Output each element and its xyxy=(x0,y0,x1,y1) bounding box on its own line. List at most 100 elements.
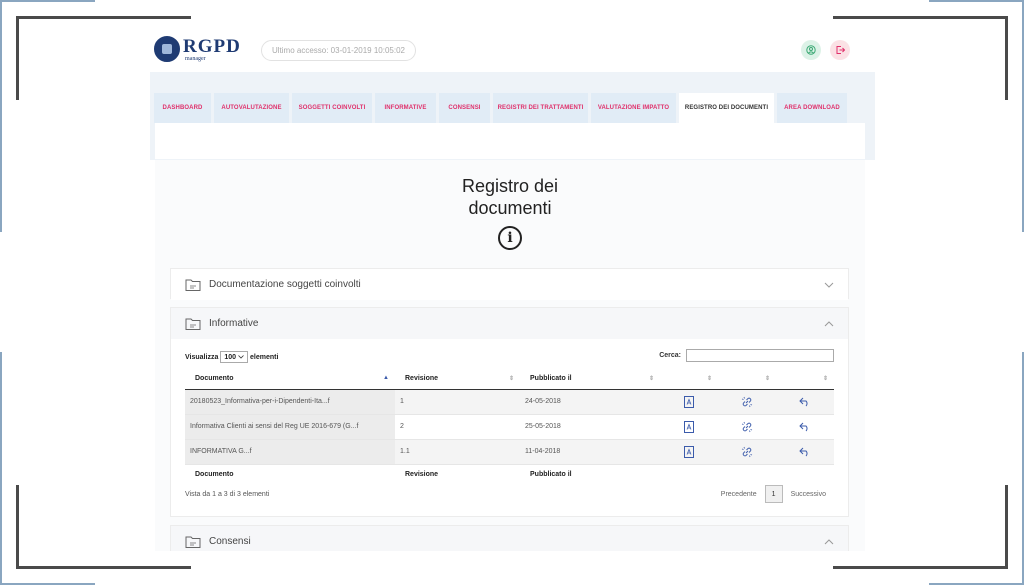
search-input[interactable] xyxy=(686,349,834,362)
table-row: Informativa Clienti ai sensi del Reg UE … xyxy=(185,414,834,440)
panel-title: Informative xyxy=(209,318,259,329)
footer-header-pubblicato: Pubblicato il xyxy=(520,463,660,484)
tab-soggetti-coinvolti[interactable]: SOGGETTI COINVOLTI xyxy=(292,93,372,123)
documents-table: Documento ▲ Revisione ⇕ Pubblicato il ⇕ ⇕ ⇕… xyxy=(185,369,834,484)
frame-edge xyxy=(0,352,2,585)
table-info: Vista da 1 a 3 di 3 elementi xyxy=(185,491,270,498)
panel-informative: Informative Visualizza 100 elementi Cerc… xyxy=(170,307,849,517)
info-icon[interactable]: i xyxy=(498,226,522,250)
pdf-icon xyxy=(684,445,694,458)
user-circle-icon xyxy=(806,45,816,55)
sub-bar xyxy=(155,123,865,159)
logout-button[interactable] xyxy=(830,40,850,60)
sort-icon: ⇕ xyxy=(706,376,712,382)
sort-icon: ⇕ xyxy=(508,376,514,382)
panel-documentazione-soggetti[interactable]: Documentazione soggetti coinvolti xyxy=(170,268,849,300)
column-header-documento[interactable]: Documento ▲ xyxy=(185,369,395,390)
footer-header-documento: Documento xyxy=(185,463,395,484)
chevron-up-icon xyxy=(824,320,834,326)
cell-revisione: 1 xyxy=(395,389,520,415)
folder-icon xyxy=(185,536,201,548)
tab-area-download[interactable]: AREA DOWNLOAD xyxy=(777,93,847,123)
page-length-select[interactable]: 100 xyxy=(220,351,248,363)
sort-asc-icon: ▲ xyxy=(383,375,389,381)
column-header-pubblicato[interactable]: Pubblicato il ⇕ xyxy=(520,369,660,390)
logo[interactable]: RGPD manager xyxy=(154,36,241,62)
cell-pubblicato: 25-05-2018 xyxy=(520,414,660,440)
tab-consensi[interactable]: CONSENSI xyxy=(439,93,490,123)
column-header-link[interactable]: ⇕ xyxy=(718,369,776,390)
pdf-button[interactable] xyxy=(660,414,718,440)
undo-arrow-icon xyxy=(799,447,808,456)
panel-informative-header[interactable]: Informative xyxy=(171,308,848,339)
pdf-icon xyxy=(684,420,694,433)
link-button[interactable] xyxy=(718,389,776,415)
logo-title: RGPD xyxy=(183,35,241,57)
search-control: Cerca: xyxy=(659,349,834,362)
cell-revisione: 2 xyxy=(395,414,520,440)
tab-valutazione-impatto[interactable]: VALUTAZIONE IMPATTO xyxy=(591,93,676,123)
page-length-control: Visualizza 100 elementi xyxy=(185,351,278,363)
pagination: Precedente 1 Successivo xyxy=(721,485,826,503)
cell-documento: 20180523_Informativa-per-i-Dipendenti-It… xyxy=(185,389,395,415)
user-profile-button[interactable] xyxy=(801,40,821,60)
search-label: Cerca: xyxy=(659,352,681,359)
cell-documento: INFORMATIVA G...f xyxy=(185,439,395,465)
main-tabs: DASHBOARD AUTOVALUTAZIONE SOGGETTI COINV… xyxy=(154,93,850,123)
tab-registri-trattamenti[interactable]: REGISTRI DEI TRATTAMENTI xyxy=(493,93,588,123)
screenshot-frame: RGPD manager Ultimo accesso: 03-01-2019 … xyxy=(0,0,1024,585)
undo-arrow-icon xyxy=(799,397,808,406)
frame-edge xyxy=(929,0,1024,2)
link-icon xyxy=(741,396,753,407)
undo-arrow-icon xyxy=(799,422,808,431)
pdf-button[interactable] xyxy=(660,389,718,415)
chevron-down-icon xyxy=(824,282,834,288)
pdf-button[interactable] xyxy=(660,439,718,465)
panel-title: Documentazione soggetti coinvolti xyxy=(209,279,361,290)
navigation-area: DASHBOARD AUTOVALUTAZIONE SOGGETTI COINV… xyxy=(150,72,875,160)
column-header-pdf[interactable]: ⇕ xyxy=(660,369,718,390)
folder-icon xyxy=(185,318,201,330)
app-window: RGPD manager Ultimo accesso: 03-01-2019 … xyxy=(150,30,875,551)
sort-icon: ⇕ xyxy=(764,376,770,382)
logout-icon xyxy=(836,46,845,54)
panel-title: Consensi xyxy=(209,536,251,547)
tab-autovalutazione[interactable]: AUTOVALUTAZIONE xyxy=(214,93,289,123)
revert-button[interactable] xyxy=(776,414,834,440)
folder-icon xyxy=(185,279,201,291)
sort-icon: ⇕ xyxy=(822,376,828,382)
cell-revisione: 1.1 xyxy=(395,439,520,465)
cell-pubblicato: 11-04-2018 xyxy=(520,439,660,465)
pdf-icon xyxy=(684,395,694,408)
cell-pubblicato: 24-05-2018 xyxy=(520,389,660,415)
frame-edge xyxy=(0,0,95,2)
column-header-revert[interactable]: ⇕ xyxy=(776,369,834,390)
page-title: Registro dei documenti xyxy=(461,176,559,218)
panel-consensi[interactable]: Consensi xyxy=(170,525,849,551)
logo-icon xyxy=(154,36,180,62)
main-content: Registro dei documenti i Documentazione … xyxy=(155,160,865,551)
page-number-button[interactable]: 1 xyxy=(764,485,783,503)
footer-header-revisione: Revisione xyxy=(395,463,520,484)
sort-icon: ⇕ xyxy=(648,376,654,382)
previous-page-button[interactable]: Precedente xyxy=(721,491,757,498)
last-access-badge: Ultimo accesso: 03-01-2019 10:05:02 xyxy=(261,40,416,61)
frame-edge xyxy=(0,0,2,232)
table-row: INFORMATIVA G...f 1.1 11-04-2018 xyxy=(185,439,834,465)
link-icon xyxy=(741,446,753,457)
chevron-down-icon xyxy=(238,355,244,359)
revert-button[interactable] xyxy=(776,389,834,415)
top-bar: RGPD manager Ultimo accesso: 03-01-2019 … xyxy=(150,30,875,72)
column-header-revisione[interactable]: Revisione ⇕ xyxy=(395,369,520,390)
link-icon xyxy=(741,421,753,432)
next-page-button[interactable]: Successivo xyxy=(791,491,826,498)
table-row: 20180523_Informativa-per-i-Dipendenti-It… xyxy=(185,389,834,415)
chevron-up-icon xyxy=(824,538,834,544)
cell-documento: Informativa Clienti ai sensi del Reg UE … xyxy=(185,414,395,440)
tab-informative[interactable]: INFORMATIVE xyxy=(375,93,436,123)
revert-button[interactable] xyxy=(776,439,834,465)
tab-registro-documenti[interactable]: REGISTRO DEI DOCUMENTI xyxy=(679,93,774,123)
tab-dashboard[interactable]: DASHBOARD xyxy=(154,93,211,123)
link-button[interactable] xyxy=(718,414,776,440)
link-button[interactable] xyxy=(718,439,776,465)
